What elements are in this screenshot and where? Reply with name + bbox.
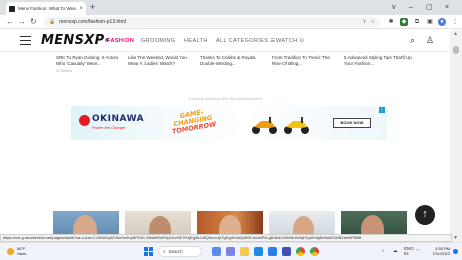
- maximize-button[interactable]: ▢: [426, 2, 433, 13]
- logo-text: MENSXP: [41, 33, 105, 48]
- start-windows-icon[interactable]: [144, 247, 153, 256]
- tab-search-icon[interactable]: v: [392, 2, 396, 13]
- store-icon[interactable]: [268, 247, 277, 256]
- minimize-button[interactable]: –: [409, 2, 413, 13]
- site-logo[interactable]: MENSXP®: [41, 34, 110, 48]
- extensions-puzzle-icon[interactable]: ⧉: [413, 18, 421, 26]
- page-scrollbar[interactable]: ▲ ▼: [450, 30, 462, 242]
- browser-menu-icon[interactable]: ⋮: [451, 18, 459, 26]
- okinawa-mark-icon: [79, 115, 90, 126]
- article-title[interactable]: Thanks To Celebs & Royals, Double-Wristi…: [200, 55, 268, 67]
- file-explorer-icon[interactable]: [240, 247, 249, 256]
- site-header: MENSXP® FASHION GROOMING HEALTH ALL CATE…: [0, 30, 450, 52]
- weather-desc: Haze: [17, 251, 27, 256]
- article-card[interactable]: SRK To Ryan Gosling: 5 Actors Who 'Casua…: [56, 55, 124, 74]
- nav-health[interactable]: HEALTH: [184, 38, 208, 44]
- task-view-icon[interactable]: [212, 247, 221, 256]
- favicon-icon: [9, 5, 15, 12]
- ad-tagline: Power the Change: [92, 125, 126, 130]
- security-extension-icon[interactable]: ◆: [400, 18, 408, 26]
- tab-close-icon[interactable]: ×: [79, 6, 83, 12]
- article-card[interactable]: From Tradition To Trend: The Rise Of Bli…: [272, 55, 340, 67]
- browser-tab[interactable]: Mens Fashion: What To Wear To ... ×: [6, 2, 86, 15]
- system-clock[interactable]: 3:35 PM 7/31/2023: [426, 246, 450, 256]
- search-icon: ⌕: [163, 249, 166, 254]
- tray-overflow-icon[interactable]: ^: [382, 249, 384, 254]
- scroll-down-icon[interactable]: ▼: [453, 235, 458, 241]
- nav-all-categories[interactable]: ALL CATEGORIES ☰: [216, 38, 276, 44]
- notification-icon[interactable]: [453, 249, 458, 254]
- taskbar-search-label: Search: [168, 249, 183, 254]
- url-text[interactable]: mensxp.com/fashion-p13.html: [59, 19, 358, 25]
- article-title[interactable]: SRK To Ryan Gosling: 5 Actors Who 'Casua…: [56, 55, 124, 67]
- side-panel-icon[interactable]: ▣: [426, 18, 434, 26]
- wifi-icon[interactable]: ◠: [416, 248, 420, 253]
- language-indicator[interactable]: ENG IN: [404, 246, 414, 256]
- nav-fashion[interactable]: FASHION: [107, 38, 134, 44]
- article-title[interactable]: From Tradition To Trend: The Rise Of Bli…: [272, 55, 340, 67]
- forward-icon[interactable]: →: [18, 16, 26, 28]
- ad-brand: OKINAWA: [92, 114, 145, 124]
- continue-scrolling-note: Continue scrolling after this advertisem…: [187, 96, 263, 101]
- teams-chat-icon[interactable]: [226, 247, 235, 256]
- address-bar[interactable]: 🔒 mensxp.com/fashion-p13.html ⇪ ☆: [44, 17, 380, 27]
- hamburger-menu-icon[interactable]: [20, 36, 31, 45]
- browser-tab-strip: Mens Fashion: What To Wear To ... × + v …: [0, 0, 462, 15]
- mail-icon[interactable]: [282, 247, 291, 256]
- close-window-button[interactable]: ×: [445, 2, 449, 13]
- article-meta: 22 Shares: [56, 69, 72, 73]
- article-title[interactable]: Like The Weeknd, Would You Wear A 'Ladie…: [128, 55, 196, 67]
- extension-icon[interactable]: ✱: [387, 18, 395, 26]
- lock-icon[interactable]: 🔒: [49, 19, 55, 25]
- nav-watch[interactable]: WATCH ⊙: [276, 38, 305, 44]
- search-icon[interactable]: ⌕: [410, 35, 415, 46]
- article-card[interactable]: 5 Advanced Styling Tips That'll Up Your …: [344, 55, 412, 67]
- reload-icon[interactable]: ↻: [30, 16, 37, 28]
- article-title[interactable]: 5 Advanced Styling Tips That'll Up Your …: [344, 55, 412, 67]
- edge-browser-icon[interactable]: [254, 247, 263, 256]
- new-tab-button[interactable]: +: [90, 2, 95, 13]
- back-icon[interactable]: ←: [6, 16, 14, 28]
- taskbar-search[interactable]: ⌕ Search: [158, 246, 202, 257]
- share-icon[interactable]: ⇪: [362, 19, 366, 25]
- scooter-image-orange: [252, 117, 277, 134]
- profile-avatar[interactable]: ●: [438, 18, 446, 26]
- screen: Mens Fashion: What To Wear To ... × + v …: [0, 0, 462, 260]
- clock-date: 7/31/2023: [432, 251, 450, 256]
- bookmark-star-icon[interactable]: ☆: [371, 19, 375, 25]
- advertisement-banner[interactable]: OKINAWA Power the Change GAME-CHANGING T…: [71, 106, 387, 140]
- weather-sun-icon: [7, 247, 14, 255]
- scooter-image-yellow: [284, 117, 309, 134]
- ad-headline: GAME-CHANGING TOMORROW: [168, 107, 219, 136]
- weather-widget[interactable]: 86°F Haze: [7, 246, 26, 256]
- okinawa-logo: OKINAWA Power the Change: [79, 113, 144, 133]
- scrollbar-thumb[interactable]: [453, 46, 459, 54]
- cloud-icon[interactable]: ☁: [393, 248, 398, 253]
- ad-choices-icon[interactable]: i: [379, 107, 385, 113]
- book-now-button[interactable]: BOOK NOW: [333, 118, 371, 128]
- tab-title: Mens Fashion: What To Wear To ...: [18, 6, 77, 11]
- back-to-top-button[interactable]: ↑: [415, 205, 435, 225]
- scroll-up-icon[interactable]: ▲: [453, 31, 458, 37]
- related-articles-strip: SRK To Ryan Gosling: 5 Actors Who 'Casua…: [48, 53, 438, 79]
- user-icon[interactable]: ♙: [426, 35, 434, 46]
- article-card[interactable]: Thanks To Celebs & Royals, Double-Wristi…: [200, 55, 268, 67]
- chrome-profile-icon[interactable]: [310, 247, 319, 256]
- nav-grooming[interactable]: GROOMING: [141, 38, 175, 44]
- taskbar: 86°F Haze ⌕ Search ^ ☁ ENG IN ◠ 3:35 PM …: [0, 242, 462, 260]
- article-card[interactable]: Like The Weeknd, Would You Wear A 'Ladie…: [128, 55, 196, 67]
- browser-toolbar: ← → ↻ 🔒 mensxp.com/fashion-p13.html ⇪ ☆ …: [0, 15, 462, 29]
- link-status-bar: https://cm.g.doubleclick.net/pagead/aclk…: [0, 234, 452, 242]
- chrome-icon[interactable]: [296, 247, 305, 256]
- tray-region: IN: [404, 251, 409, 256]
